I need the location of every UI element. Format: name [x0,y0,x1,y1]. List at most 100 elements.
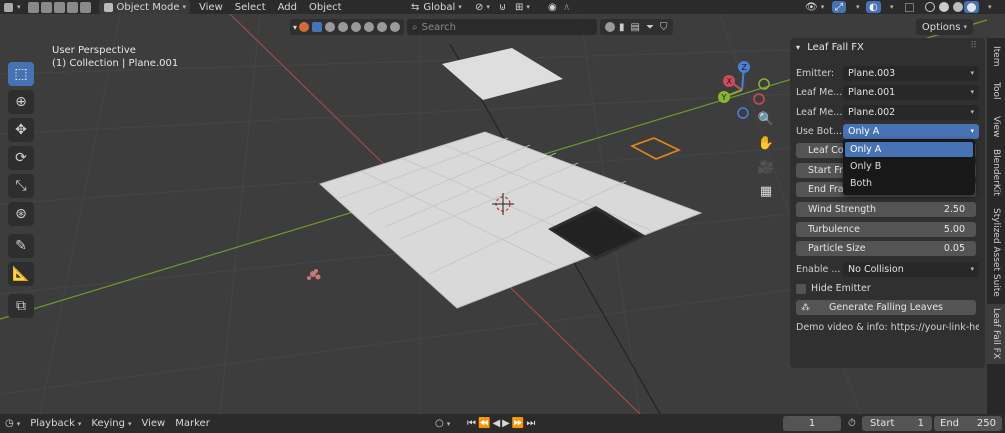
collision-value: No Collision [848,263,904,275]
move-tool[interactable]: ✥ [8,118,34,142]
extra-tools-group[interactable]: ▮ ▤ ⏷ ⛉ [600,19,674,35]
pivot-point-dropdown[interactable]: ⊘ ▾ [472,0,493,14]
leaf-cluster [307,269,321,280]
menu-add[interactable]: Add [275,0,300,14]
tab-item[interactable]: Item [987,42,1005,70]
record-dot-icon: ○ [435,418,444,429]
tab-stylized-asset-suite[interactable]: Stylized Asset Suite [987,204,1005,300]
preview-range-toggle[interactable]: ⏱ [843,418,861,429]
leaf-mesh-a-dropdown[interactable]: Plane.001 ▾ [843,84,979,100]
filter-mesh-icon [324,22,335,32]
menu-marker[interactable]: Marker [170,418,215,429]
menu-option-only-b[interactable]: Only B [845,159,973,174]
add-cube-tool[interactable]: ⧉ [8,294,34,318]
gizmo-dropdown[interactable]: ▾ [850,0,863,14]
object-mode-icon [103,2,113,12]
solid-sphere-icon [939,2,949,12]
snap-target-dropdown[interactable]: ⊞ ▾ [512,0,533,14]
proportional-edit-toggle[interactable]: ◉ [545,0,560,14]
leaf-mesh-a-row: Leaf Me... Plane.001 ▾ [796,84,979,100]
measure-tool[interactable]: 📐 [8,262,34,286]
transform-orientation-dropdown[interactable]: ⇆ Global ▾ [408,0,465,14]
overlay-dropdown[interactable]: ▾ [884,0,897,14]
cursor-arrow-icon: ⬚ [14,66,28,82]
tab-leaf-fall-fx[interactable]: Leaf Fall FX [987,304,1005,364]
generate-falling-leaves-button[interactable]: ⁂ Generate Falling Leaves [796,300,976,315]
options-dropdown[interactable]: Options ▾ [915,19,973,35]
prev-keyframe-icon[interactable]: ⏪ [478,418,492,429]
overlay-toggle[interactable]: ◐ [866,1,881,13]
eye-icon: 👁 [805,1,818,13]
gizmo-icon: ⤢ [835,1,843,13]
cursor-tool[interactable]: ⊕ [8,90,34,114]
next-keyframe-icon[interactable]: ⏩ [512,418,526,429]
object-filter-icon [311,22,322,32]
transform-tool[interactable]: ⊛ [8,202,34,226]
end-label: End [940,418,960,429]
scale-tool[interactable]: ⤡ [8,174,34,198]
xray-toggle[interactable] [902,0,917,14]
camera-view-button[interactable]: 🎥 [755,156,777,178]
asset-search-input[interactable]: ⌕ Search [407,19,598,35]
tab-blenderkit-label: BlenderKit [991,148,1001,196]
start-frame-input[interactable]: Start 1 [862,416,932,431]
visibility-dropdown[interactable]: 👁 ▾ [802,0,827,14]
panel-header[interactable]: ▾ Leaf Fall FX [796,42,864,53]
menu-object[interactable]: Object [306,0,345,14]
pan-button[interactable]: ✋ [755,132,777,154]
jump-start-icon[interactable]: ⏮ [467,418,478,429]
jump-end-icon[interactable]: ⏭ [526,418,537,429]
filter-material-icon [337,22,348,32]
particle-size-slider[interactable]: Particle Size 0.05 [796,241,976,256]
drag-handle-icon[interactable]: ⠿ [970,41,977,51]
tab-tool[interactable]: Tool [987,76,1005,106]
zoom-button[interactable]: 🔍 [755,108,777,130]
hide-emitter-checkbox[interactable]: Hide Emitter [796,281,871,296]
timeline-editor-button[interactable]: ◷ ▾ [0,418,25,429]
menu-timeline-view[interactable]: View [137,418,171,429]
filter-group[interactable]: ▾ [290,19,405,35]
play-icon[interactable]: ▶ [502,418,512,429]
collision-dropdown[interactable]: No Collision ▾ [843,261,979,277]
mode-label: Object Mode [116,1,180,13]
checkbox-icon [796,283,806,294]
menu-option-both[interactable]: Both [845,176,973,191]
use-both-dropdown[interactable]: Only A ▾ [843,123,979,139]
falloff-dropdown[interactable]: ∧ [560,0,573,14]
rotate-tool[interactable]: ⟳ [8,146,34,170]
tab-view[interactable]: View [987,112,1005,142]
current-frame-field[interactable]: 1 [783,416,841,431]
hand-icon: ✋ [757,135,775,151]
play-reverse-icon[interactable]: ◀ [492,418,502,429]
autokey-toggle[interactable]: ○ ▾ [430,418,455,429]
snap-toggle[interactable]: ⊍ [496,0,509,14]
bookmark-icon: ▮ [619,21,625,33]
leaf-mesh-b-dropdown[interactable]: Plane.002 ▾ [843,104,979,120]
shield-check-icon: ⛉ [659,21,668,33]
shading-dropdown[interactable]: ▾ [982,0,995,14]
turbulence-slider[interactable]: Turbulence 5.00 [796,222,976,237]
ortho-toggle-button[interactable]: ▦ [755,180,777,202]
magnet-icon: ⊍ [499,1,507,13]
select-box-tool[interactable]: ⬚ [8,62,34,86]
viewport-toolbar: ▾ ⌕ Search ▮ ▤ ⏷ ⛉ [290,19,676,35]
leaf-mesh-a-value: Plane.001 [848,86,896,98]
menu-playback[interactable]: Playback ▾ [25,418,86,429]
tab-blenderkit[interactable]: BlenderKit [987,146,1005,198]
use-both-value: Only A [848,125,880,137]
emitter-value: Plane.003 [848,67,896,79]
menu-keying[interactable]: Keying ▾ [86,418,136,429]
editor-type-button[interactable]: ▾ [0,0,24,14]
gizmo-toggle[interactable]: ⤢ [832,1,846,13]
mode-dropdown[interactable]: Object Mode ▾ [98,0,191,14]
select-mode-group[interactable] [24,0,95,14]
menu-option-only-a[interactable]: Only A [845,142,973,157]
zoom-magnifier-icon: 🔍 [757,111,775,127]
shading-rendered-button[interactable] [964,1,979,13]
menu-select[interactable]: Select [232,0,269,14]
annotate-tool[interactable]: ✎ [8,234,34,258]
wind-strength-slider[interactable]: Wind Strength 2.50 [796,202,976,217]
emitter-dropdown[interactable]: Plane.003 ▾ [843,65,979,81]
end-frame-input[interactable]: End 250 [934,416,1002,431]
menu-view[interactable]: View [196,0,226,14]
